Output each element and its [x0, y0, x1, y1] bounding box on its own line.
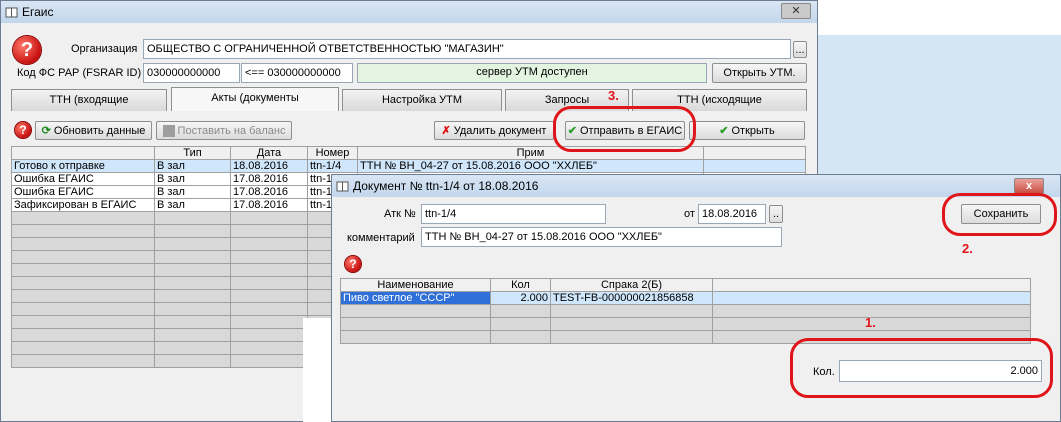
- refresh-icon: ⟳: [41, 125, 51, 137]
- annotation-number-3: 3.: [608, 88, 619, 103]
- document-titlebar: Документ № ttn-1/4 от 18.08.2016: [332, 175, 1060, 197]
- balance-button[interactable]: Поставить на баланс: [156, 121, 292, 140]
- help-icon-small[interactable]: ?: [15, 122, 31, 138]
- act-number-label: Атк №: [384, 208, 416, 220]
- col-qty: Кол: [490, 278, 551, 292]
- delete-document-button[interactable]: ✗ Удалить документ: [434, 121, 554, 140]
- balance-icon: [162, 124, 175, 137]
- refresh-button[interactable]: ⟳ Обновить данные: [35, 121, 152, 140]
- col-status: [11, 146, 155, 160]
- comment-label: комментарий: [347, 232, 415, 244]
- server-status: сервер УТМ доступен: [357, 63, 707, 83]
- fsrar-field-2[interactable]: <== 030000000000: [241, 63, 353, 83]
- act-number-field[interactable]: ttn-1/4: [421, 204, 606, 224]
- date-field[interactable]: 18.08.2016: [698, 204, 766, 224]
- background-gap: [303, 318, 331, 422]
- annotation-number-2: 2.: [962, 241, 973, 256]
- col-extra: [703, 146, 806, 160]
- col-number: Номер: [307, 146, 358, 160]
- checkmark-icon: ✔: [719, 125, 729, 137]
- annotation-number-1: 1.: [865, 315, 876, 330]
- document-icon: [336, 181, 349, 191]
- table-row[interactable]: Готово к отправке В зал 18.08.2016 ttn-1/4 Т…: [11, 159, 806, 173]
- fsrar-label: Код ФС РАР (FSRAR ID): [17, 67, 142, 79]
- annotation-send: [553, 106, 696, 152]
- date-picker-button[interactable]: ..: [769, 205, 783, 223]
- help-icon-small[interactable]: ?: [345, 256, 361, 272]
- org-label: Организация: [71, 43, 138, 55]
- org-browse-button[interactable]: ...: [793, 41, 807, 58]
- col-cert: Спрака 2(Б): [550, 278, 713, 292]
- empty-row: [340, 304, 1031, 318]
- col-extra: [712, 278, 1031, 292]
- tab-acts[interactable]: Акты (документы: [171, 87, 339, 111]
- items-table: Наименование Кол Спрака 2(Б) Пиво светло…: [340, 278, 1031, 344]
- tab-utm-settings[interactable]: Настройка УТМ: [342, 89, 502, 111]
- table-row[interactable]: Пиво светлое "СССР" 2.000 TEST-FB-000000…: [340, 291, 1031, 305]
- table-header: Наименование Кол Спрака 2(Б): [340, 278, 1031, 292]
- main-title: Егаис: [22, 5, 54, 19]
- open-button[interactable]: ✔ Открыть: [689, 121, 805, 140]
- close-icon[interactable]: ✕: [781, 3, 811, 19]
- app-icon: [5, 7, 18, 17]
- delete-icon: ✗: [441, 125, 451, 137]
- empty-row: [340, 317, 1031, 331]
- close-icon[interactable]: x: [1014, 178, 1044, 194]
- open-utm-button[interactable]: Открыть УТМ.: [712, 63, 807, 83]
- document-title: Документ № ttn-1/4 от 18.08.2016: [353, 179, 539, 193]
- col-date: Дата: [230, 146, 308, 160]
- fsrar-field[interactable]: 030000000000: [143, 63, 240, 83]
- tab-ttn-incoming[interactable]: ТТН (входящие: [11, 89, 167, 111]
- help-icon[interactable]: ?: [13, 36, 41, 64]
- date-label: от: [684, 208, 695, 220]
- annotation-save: [942, 193, 1057, 236]
- org-field[interactable]: ОБЩЕСТВО С ОГРАНИЧЕННОЙ ОТВЕТСТВЕННОСТЬЮ…: [143, 39, 791, 59]
- comment-field[interactable]: ТТН № ВН_04-27 от 15.08.2016 ООО "ХХЛЕБ": [421, 227, 782, 247]
- col-name: Наименование: [340, 278, 491, 292]
- main-titlebar: Егаис: [1, 1, 817, 23]
- annotation-qty: [790, 338, 1053, 398]
- col-type: Тип: [154, 146, 231, 160]
